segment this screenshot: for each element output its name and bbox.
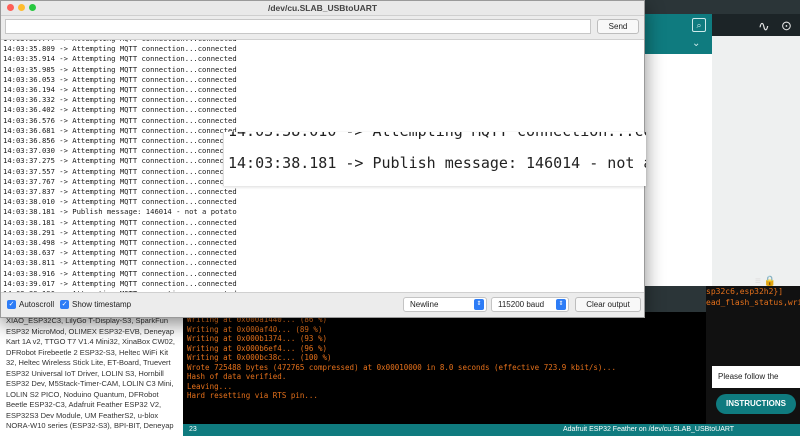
log-line: Writing at 0x000af40... (89 %) [187, 324, 323, 334]
status-board[interactable]: Adafruit ESP32 Feather on /dev/cu.SLAB_U… [563, 424, 734, 436]
ide-editor-area[interactable] [645, 54, 712, 286]
log-line: 14:03:36.194 -> Attempting MQTT connecti… [3, 85, 237, 95]
ide-right-panel [712, 36, 800, 286]
zoom-line-2: 14:03:38.181 -> Publish message: 146014 … [228, 154, 646, 172]
line-ending-value: Newline [410, 300, 439, 309]
line-ending-select[interactable]: Newline ⇕ [403, 297, 487, 312]
chevron-updown-icon: ⇕ [556, 299, 566, 310]
log-line: sp32c6,esp32h2}] [706, 287, 784, 296]
chevron-updown-icon: ⇕ [474, 299, 484, 310]
log-line: 14:03:38.181 -> Publish message: 146014 … [3, 207, 237, 217]
log-line: Leaving... [187, 381, 233, 391]
log-line: ead_flash_status,writ [706, 298, 800, 307]
log-line: 14:03:36.053 -> Attempting MQTT connecti… [3, 74, 237, 84]
ide-tab-bar [645, 34, 712, 54]
log-line: 14:03:36.332 -> Attempting MQTT connecti… [3, 95, 237, 105]
log-line: Writing at 0x000bc38c... (100 %) [187, 353, 332, 362]
log-line: Writing at 0x000b6ef4... (96 %) [187, 343, 327, 353]
autoscroll-checkbox[interactable]: ✓ [7, 300, 16, 309]
log-line: 14:03:36.576 -> Attempting MQTT connecti… [3, 115, 237, 125]
chevron-down-icon[interactable]: ⌄ [692, 38, 700, 49]
boards-text: XIAO_ESP32C3, LilyGo T-Display-S3, Spark… [6, 316, 175, 430]
ide-output-console: Writing at 0x000a1440... (86 %) Writing a… [183, 312, 706, 424]
timestamp-label: Show timestamp [72, 300, 132, 309]
send-row: Send [1, 16, 644, 38]
log-line: 14:03:38.916 -> Attempting MQTT connecti… [3, 268, 237, 278]
log-line: Hash of data verified. [187, 372, 287, 381]
status-line-count: 23 [189, 426, 197, 433]
log-line: 14:03:35.985 -> Attempting MQTT connecti… [3, 64, 237, 74]
log-line: 14:03:38.291 -> Attempting MQTT connecti… [3, 227, 237, 237]
notification-text: Please follow the [712, 366, 800, 388]
ide-status-bar: 23 Adafruit ESP32 Feather on /dev/cu.SLA… [183, 424, 800, 436]
log-line: 14:03:38.181 -> Attempting MQTT connecti… [3, 217, 237, 227]
log-line: 14:03:38.498 -> Attempting MQTT connecti… [3, 238, 237, 248]
send-button[interactable]: Send [597, 19, 639, 34]
zoom-callout: 14:03:38.010 -> Attempting MQTT connecti… [223, 132, 646, 186]
log-line: 14:03:35.914 -> Attempting MQTT connecti… [3, 54, 237, 64]
serial-monitor-icon[interactable]: ⊙ [781, 18, 792, 34]
clear-output-button[interactable]: Clear output [575, 297, 641, 312]
log-line: Hard resetting via RTS pin... [187, 391, 318, 400]
log-line: 14:03:38.010 -> Attempting MQTT connecti… [3, 197, 237, 207]
log-line: Writing at 0x000b1374... (93 %) [187, 334, 327, 343]
message-input[interactable] [5, 19, 591, 34]
log-line: 14:03:39.017 -> Attempting MQTT connecti… [3, 278, 237, 288]
window-titlebar[interactable]: /dev/cu.SLAB_USBtoUART [1, 1, 644, 16]
boards-list: XIAO_ESP32C3, LilyGo T-Display-S3, Spark… [0, 312, 183, 436]
search-icon[interactable]: ⌕ [692, 18, 706, 32]
serial-controls: ✓ Autoscroll ✓ Show timestamp Newline ⇕ … [1, 293, 644, 317]
baud-rate-value: 115200 baud [498, 300, 545, 309]
baud-rate-select[interactable]: 115200 baud ⇕ [491, 297, 569, 312]
log-line: 14:03:38.811 -> Attempting MQTT connecti… [3, 258, 237, 268]
log-line: 14:03:37.837 -> Attempting MQTT connecti… [3, 187, 237, 197]
autoscroll-label: Autoscroll [19, 300, 55, 309]
log-line: Wrote 725488 bytes (472765 compressed) a… [187, 362, 616, 372]
serial-plotter-icon[interactable]: ∿ [758, 18, 770, 35]
log-line: 14:03:35.809 -> Attempting MQTT connecti… [3, 44, 237, 54]
instructions-button[interactable]: INSTRUCTIONS [716, 394, 796, 414]
window-title: /dev/cu.SLAB_USBtoUART [267, 3, 378, 13]
log-line: 14:03:38.637 -> Attempting MQTT connecti… [3, 248, 237, 258]
log-line: 14:03:36.402 -> Attempting MQTT connecti… [3, 105, 237, 115]
timestamp-checkbox[interactable]: ✓ [60, 300, 69, 309]
zoom-line-1: 14:03:38.010 -> Attempting MQTT connecti… [228, 132, 646, 140]
